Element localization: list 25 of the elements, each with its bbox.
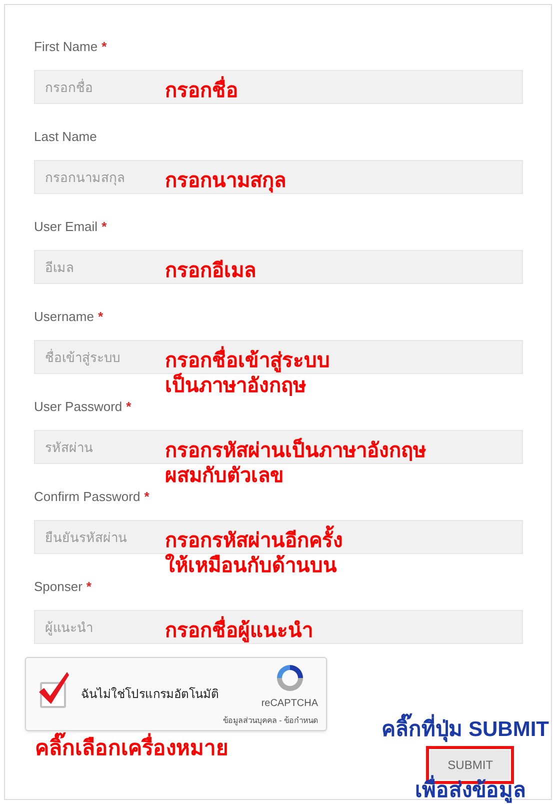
field-label: Confirm Password [34,488,140,506]
captcha-label: ฉันไม่ใช่โปรแกรมอัตโนมัติ [81,686,219,703]
annotation-note: เป็นภาษาอังกฤษ [165,374,330,399]
field-label: First Name [34,38,98,56]
required-mark: * [86,578,92,596]
required-mark: * [126,398,132,416]
field-label: Username [34,308,94,326]
required-mark: * [102,38,107,56]
check-icon [38,670,70,706]
captcha-checkbox[interactable] [38,670,70,708]
captcha-links: ข้อมูลส่วนบุคคล - ข้อกำหนด [222,714,318,726]
annotation-note: คลิ๊กเลือกเครื่องหมาย [35,733,327,764]
annotation-note: กรอกนามสกุล [165,169,286,194]
annotation-note: กรอกอีเมล [165,259,256,284]
annotation-note: ให้เหมือนกับด้านบน [165,554,338,579]
field-label: Last Name [34,128,97,146]
required-mark: * [102,218,107,236]
field-label: User Password [34,398,122,416]
annotation-note: กรอกรหัสผ่านเป็นภาษาอังกฤษ [165,439,426,464]
annotation-note: ผสมกับตัวเลข [165,464,285,489]
field-label: User Email [34,218,98,236]
field-label: Sponser [34,578,82,596]
required-mark: * [144,488,150,506]
required-mark: * [98,308,104,326]
recaptcha-brand: reCAPTCHA [261,696,318,710]
